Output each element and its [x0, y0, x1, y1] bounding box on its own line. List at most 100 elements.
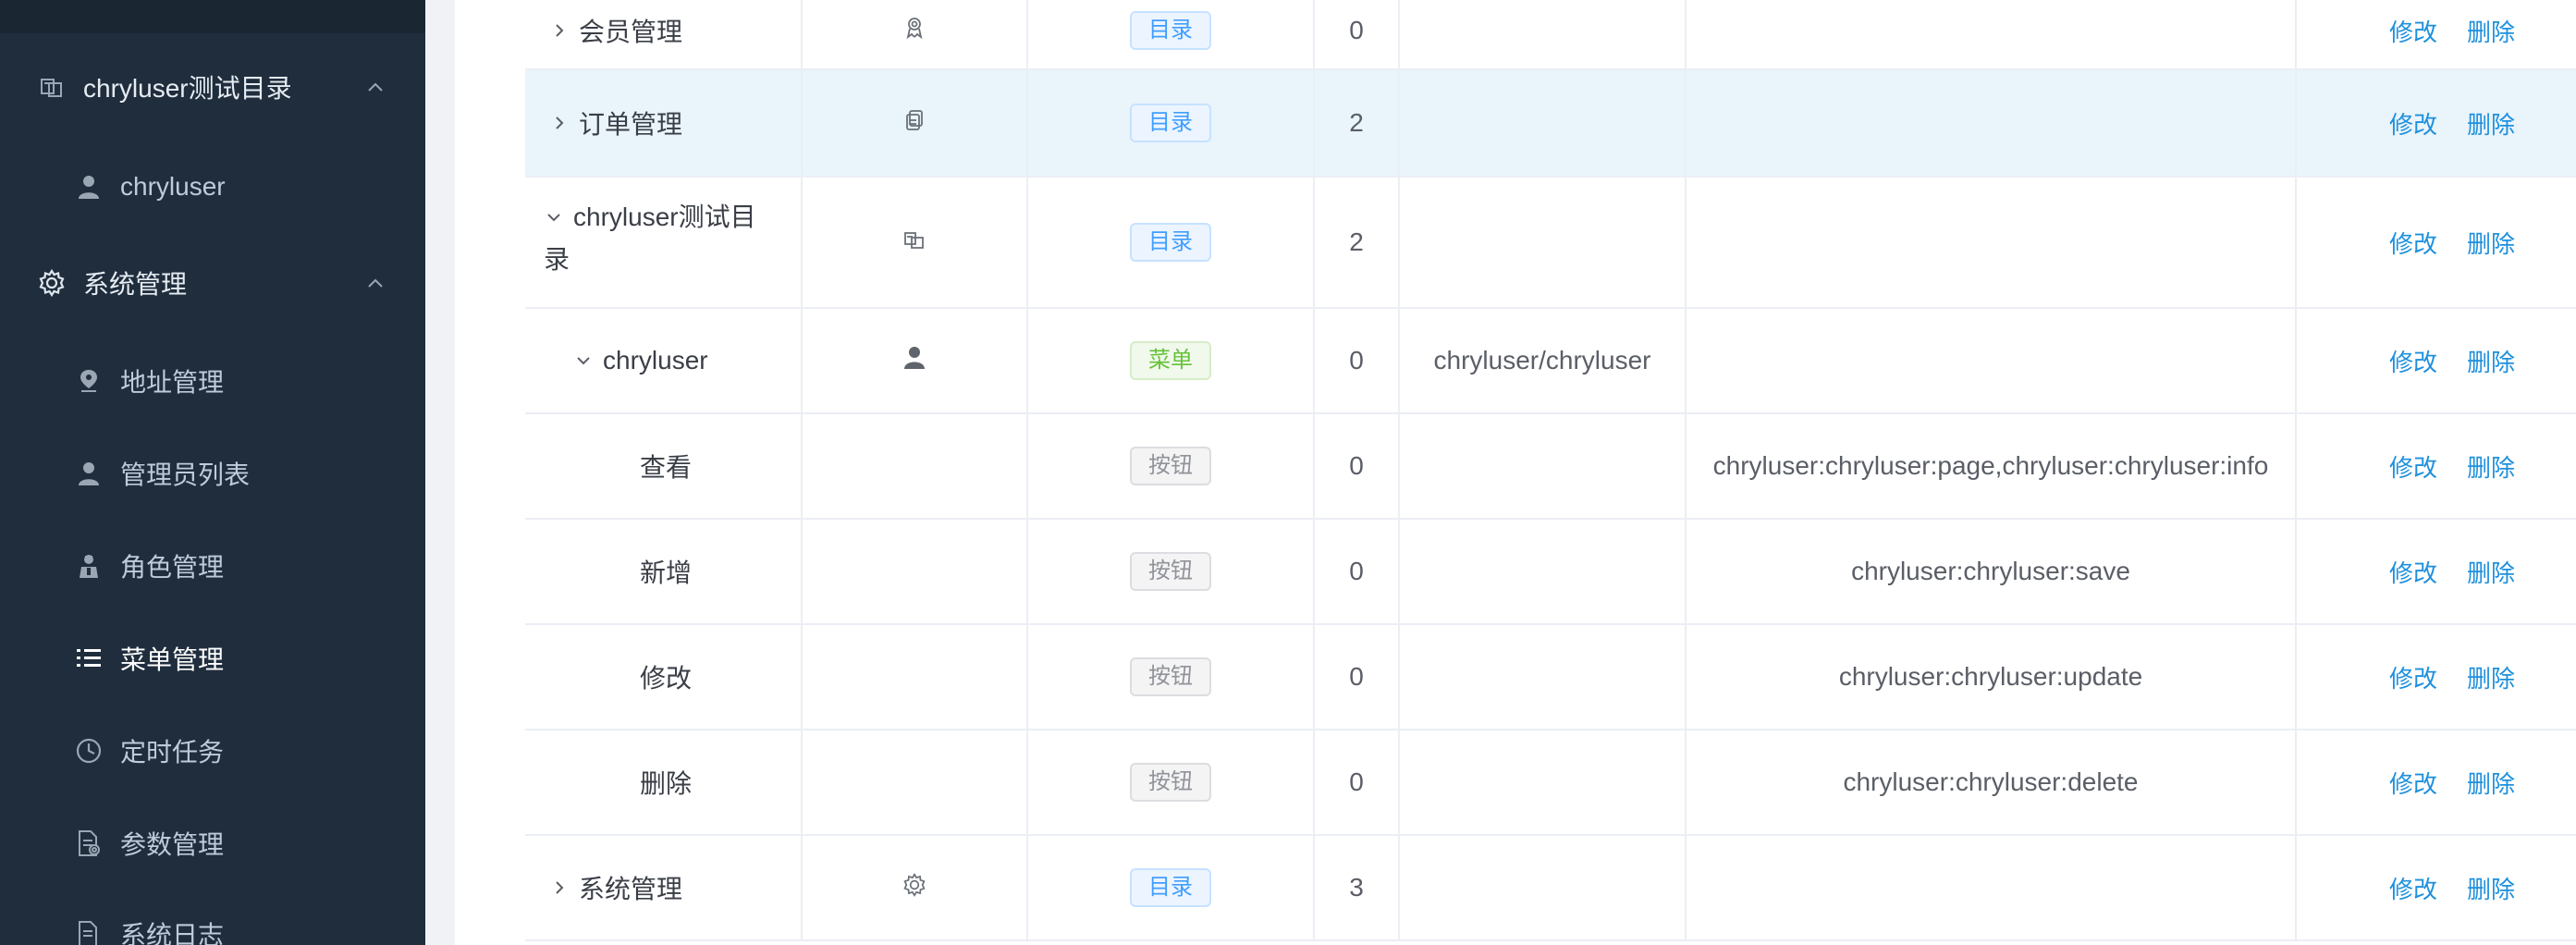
- document-icon: [74, 828, 104, 858]
- actions-cell: 修改 删除: [2297, 178, 2576, 307]
- perm-cell: chryluser:chryluser:save: [1687, 520, 2297, 623]
- sort-value: 0: [1349, 557, 1364, 585]
- type-cell: 按钮: [1028, 730, 1315, 834]
- icon-cell: [803, 730, 1028, 834]
- edit-button[interactable]: 修改: [2389, 555, 2437, 589]
- delete-button[interactable]: 删除: [2467, 14, 2515, 48]
- icon-cell: [803, 414, 1028, 518]
- copy-icon: [904, 108, 925, 138]
- delete-button[interactable]: 删除: [2467, 766, 2515, 800]
- table-row: chryluser测试目 录 目录 2 修改 删除: [525, 178, 2576, 309]
- url-cell: [1400, 730, 1687, 834]
- sort-value: 2: [1349, 108, 1364, 137]
- actions-cell: 修改 删除: [2297, 0, 2576, 68]
- name-cell: 查看: [525, 414, 803, 518]
- content-card: 会员管理 目录 0 修改 删除 订单管理 目录 2 修改 删除 chryluse…: [455, 0, 2576, 945]
- sidebar-item-system-log[interactable]: 系统日志: [0, 906, 425, 945]
- delete-button[interactable]: 删除: [2467, 871, 2515, 905]
- sidebar-item-roles[interactable]: 角色管理: [0, 538, 425, 594]
- clock-icon: [74, 736, 104, 766]
- sort-value: 0: [1349, 662, 1364, 691]
- perm-value: chryluser:chryluser:delete: [1843, 767, 2139, 796]
- sort-cell: 2: [1315, 70, 1400, 176]
- sidebar-item-label: 地址管理: [120, 368, 225, 397]
- edit-button[interactable]: 修改: [2389, 106, 2437, 141]
- menu-name: 删除: [640, 769, 693, 798]
- sidebar-item-label: chryluser: [120, 172, 226, 201]
- name-cell: 系统管理: [525, 836, 803, 939]
- type-cell: 目录: [1028, 70, 1315, 176]
- sidebar-item-parameters[interactable]: 参数管理: [0, 816, 425, 871]
- user-icon: [903, 346, 926, 376]
- table-row: 修改 按钮 0 chryluser:chryluser:update 修改 删除: [525, 625, 2576, 730]
- chevron-down-icon[interactable]: [573, 350, 594, 371]
- menu-name: 系统管理: [579, 875, 683, 903]
- log-icon: [74, 919, 104, 945]
- sidebar-item-chryluser[interactable]: chryluser: [0, 159, 425, 215]
- edit-button[interactable]: 修改: [2389, 449, 2437, 484]
- type-cell: 按钮: [1028, 520, 1315, 623]
- perm-cell: [1687, 178, 2297, 307]
- edit-button[interactable]: 修改: [2389, 226, 2437, 260]
- url-cell: [1400, 625, 1687, 729]
- award-icon: [904, 16, 925, 45]
- menu-name: 会员管理: [579, 18, 683, 46]
- sidebar-group-system-management[interactable]: 系统管理: [0, 255, 425, 311]
- directory-icon: [903, 227, 926, 257]
- actions-cell: 修改 删除: [2297, 414, 2576, 518]
- menu-name: chryluser测试目: [573, 202, 756, 231]
- sort-cell: 0: [1315, 625, 1400, 729]
- delete-button[interactable]: 删除: [2467, 344, 2515, 378]
- icon-cell: [803, 836, 1028, 939]
- actions-cell: 修改 删除: [2297, 309, 2576, 412]
- url-cell: [1400, 414, 1687, 518]
- edit-button[interactable]: 修改: [2389, 766, 2437, 800]
- sidebar-item-menu-management[interactable]: 菜单管理: [0, 631, 425, 686]
- table-row: 系统管理 目录 3 修改 删除: [525, 836, 2576, 941]
- sort-value: 2: [1349, 227, 1364, 256]
- edit-button[interactable]: 修改: [2389, 344, 2437, 378]
- icon-cell: [803, 625, 1028, 729]
- perm-cell: [1687, 836, 2297, 939]
- menu-name: 订单管理: [579, 110, 683, 139]
- name-cell: 删除: [525, 730, 803, 834]
- table-row: 查看 按钮 0 chryluser:chryluser:page,chrylus…: [525, 414, 2576, 520]
- name-cell: 新增: [525, 520, 803, 623]
- chevron-right-icon[interactable]: [549, 20, 570, 41]
- sidebar-item-label: 管理员列表: [120, 460, 251, 489]
- sidebar-item-label: 定时任务: [120, 738, 225, 767]
- sidebar-item-label: 系统管理: [83, 270, 188, 299]
- type-cell: 目录: [1028, 0, 1315, 68]
- delete-button[interactable]: 删除: [2467, 449, 2515, 484]
- delete-button[interactable]: 删除: [2467, 660, 2515, 694]
- menu-name: 查看: [640, 453, 693, 482]
- perm-cell: chryluser:chryluser:page,chryluser:chryl…: [1687, 414, 2297, 518]
- delete-button[interactable]: 删除: [2467, 555, 2515, 589]
- delete-button[interactable]: 删除: [2467, 226, 2515, 260]
- actions-cell: 修改 删除: [2297, 70, 2576, 176]
- type-tag: 目录: [1130, 104, 1211, 142]
- sidebar-item-address[interactable]: 地址管理: [0, 353, 425, 409]
- sidebar-group-chryluser-directory[interactable]: chryluser测试目录: [0, 59, 425, 115]
- sidebar-item-scheduled-tasks[interactable]: 定时任务: [0, 723, 425, 779]
- sort-value: 0: [1349, 767, 1364, 796]
- delete-button[interactable]: 删除: [2467, 106, 2515, 141]
- perm-cell: [1687, 70, 2297, 176]
- chevron-right-icon[interactable]: [549, 878, 570, 898]
- edit-button[interactable]: 修改: [2389, 14, 2437, 48]
- sort-value: 0: [1349, 451, 1364, 480]
- name-cell: chryluser: [525, 309, 803, 412]
- edit-button[interactable]: 修改: [2389, 660, 2437, 694]
- sidebar-item-admin-list[interactable]: 管理员列表: [0, 446, 425, 501]
- chevron-right-icon[interactable]: [549, 113, 570, 133]
- url-cell: [1400, 70, 1687, 176]
- edit-button[interactable]: 修改: [2389, 871, 2437, 905]
- sort-cell: 0: [1315, 0, 1400, 68]
- sidebar: chryluser测试目录 chryluser 系统管理 地址管理 管理员列表: [0, 0, 425, 945]
- sort-cell: 2: [1315, 178, 1400, 307]
- sort-cell: 0: [1315, 730, 1400, 834]
- sort-cell: 0: [1315, 520, 1400, 623]
- table-row: 订单管理 目录 2 修改 删除: [525, 70, 2576, 178]
- type-tag: 按钮: [1130, 447, 1211, 485]
- chevron-down-icon[interactable]: [544, 207, 564, 227]
